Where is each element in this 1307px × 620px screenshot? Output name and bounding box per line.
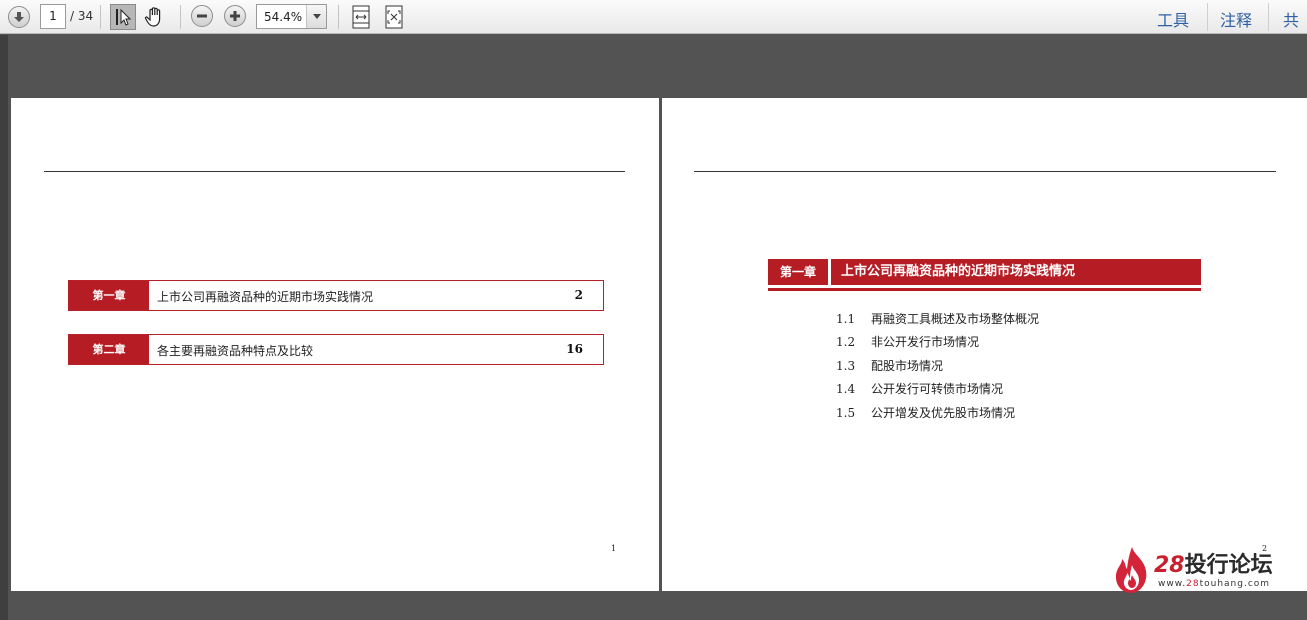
section-item: 1.2 非公开发行市场情况 bbox=[836, 333, 979, 350]
tab-tools[interactable]: 工具 bbox=[1157, 7, 1189, 31]
chapter-title: 上市公司再融资品种的近期市场实践情况 bbox=[831, 259, 1201, 285]
zoom-level-select[interactable]: 54.4% bbox=[256, 4, 327, 29]
fit-width-icon bbox=[352, 5, 370, 29]
section-title: 公开增发及优先股市场情况 bbox=[871, 406, 1016, 420]
section-title: 配股市场情况 bbox=[871, 359, 944, 373]
toolbar-divider bbox=[180, 5, 181, 29]
chapter-label: 第一章 bbox=[768, 259, 828, 285]
flame-icon bbox=[1115, 547, 1147, 593]
toc-row[interactable]: 第二章 各主要再融资品种特点及比较 16 bbox=[68, 334, 604, 365]
toc-page-number: 16 bbox=[566, 342, 583, 356]
section-title: 再融资工具概述及市场整体概况 bbox=[871, 312, 1040, 326]
toc-page-number: 2 bbox=[574, 288, 583, 302]
fit-page-button[interactable] bbox=[383, 5, 405, 33]
zoom-level-value: 54.4% bbox=[264, 10, 303, 24]
toolbar-divider bbox=[100, 5, 101, 29]
section-item: 1.5 公开增发及优先股市场情况 bbox=[836, 404, 1015, 421]
page-total-label: / 34 bbox=[70, 9, 94, 23]
section-number: 1.5 bbox=[836, 406, 856, 420]
section-number: 1.1 bbox=[836, 312, 856, 326]
navigation-pane-handle[interactable] bbox=[0, 35, 8, 620]
toc-title: 各主要再融资品种特点及比较 bbox=[157, 344, 314, 358]
section-item: 1.4 公开发行可转债市场情况 bbox=[836, 380, 1003, 397]
select-tool-button[interactable] bbox=[110, 4, 136, 30]
zoom-in-button[interactable] bbox=[224, 5, 246, 27]
section-item: 1.3 配股市场情况 bbox=[836, 357, 943, 374]
toc-chapter-label: 第一章 bbox=[69, 281, 149, 310]
hand-icon bbox=[144, 7, 161, 27]
chapter-underline bbox=[768, 288, 1201, 291]
watermark-url: www.28touhang.com bbox=[1158, 579, 1271, 589]
zoom-out-button[interactable] bbox=[191, 5, 213, 27]
fit-width-button[interactable] bbox=[350, 5, 372, 33]
section-title: 公开发行可转债市场情况 bbox=[871, 382, 1004, 396]
section-item: 1.1 再融资工具概述及市场整体概况 bbox=[836, 310, 1039, 327]
tab-comment[interactable]: 注释 bbox=[1220, 7, 1252, 31]
section-number: 1.3 bbox=[836, 359, 856, 373]
toc-chapter-label: 第二章 bbox=[69, 335, 149, 364]
toc-row[interactable]: 第一章 上市公司再融资品种的近期市场实践情况 2 bbox=[68, 280, 604, 311]
minus-icon bbox=[197, 14, 207, 18]
arrow-down-icon bbox=[14, 12, 24, 22]
toolbar-divider bbox=[338, 5, 339, 29]
toolbar-divider bbox=[1207, 3, 1208, 31]
text-select-cursor-icon bbox=[116, 8, 132, 26]
watermark-logo: 28投行论坛 www.28touhang.com bbox=[1112, 543, 1287, 595]
watermark-text: 28投行论坛 bbox=[1154, 553, 1273, 578]
section-title: 非公开发行市场情况 bbox=[871, 335, 980, 349]
page-number-input[interactable]: 1 bbox=[40, 4, 66, 29]
fit-page-icon bbox=[385, 5, 403, 29]
toolbar: 1 / 34 54.4% 工具 注释 共 bbox=[0, 0, 1307, 54]
plus-icon bbox=[230, 11, 240, 21]
section-number: 1.2 bbox=[836, 335, 856, 349]
toolbar-divider bbox=[1268, 3, 1269, 31]
chevron-down-icon[interactable] bbox=[306, 5, 326, 28]
section-number: 1.4 bbox=[836, 382, 856, 396]
prev-page-button[interactable] bbox=[8, 6, 30, 28]
hand-tool-button[interactable] bbox=[143, 5, 167, 33]
page-number: 1 bbox=[611, 544, 617, 553]
header-rule bbox=[44, 171, 625, 172]
toc-title: 上市公司再融资品种的近期市场实践情况 bbox=[157, 290, 374, 304]
header-rule bbox=[694, 171, 1276, 172]
chapter-banner: 第一章 上市公司再融资品种的近期市场实践情况 bbox=[768, 259, 1201, 285]
